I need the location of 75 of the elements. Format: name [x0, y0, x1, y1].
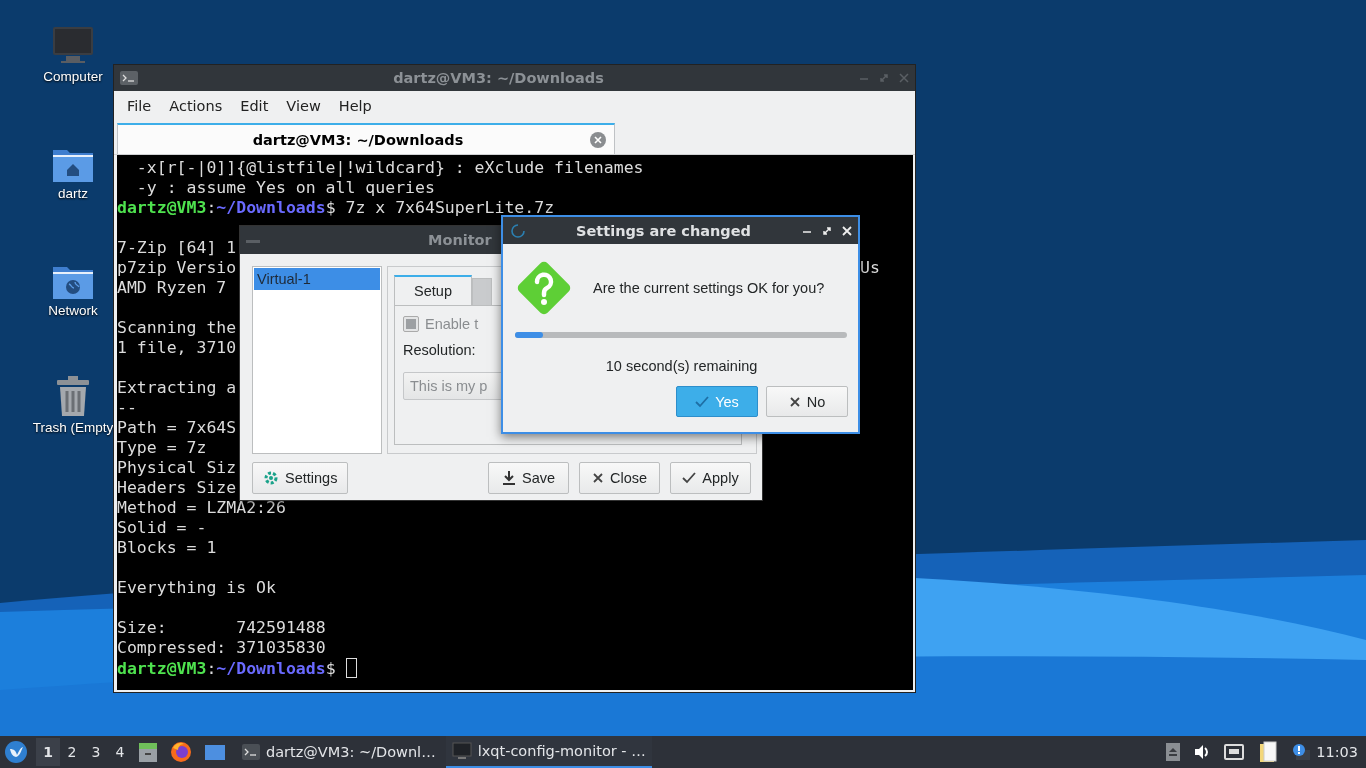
terminal-line: -y : assume Yes on all queries [135, 178, 435, 197]
terminal-line: Blocks = 1 [117, 538, 217, 557]
terminal-line: dartz@VM3:~/Downloads$ 7z x 7x64SuperLite.7z [117, 198, 555, 217]
terminal-line: p7zip Versio [117, 258, 237, 277]
button[interactable]: Save [488, 462, 569, 494]
tab[interactable]: Setup [394, 275, 472, 305]
terminal-line: Physical Siz [117, 458, 237, 477]
icon-label: Computer [43, 69, 103, 84]
taskbar-button[interactable]: lxqt-config-monitor - … [445, 736, 652, 768]
desktop-switch[interactable]: 4 [108, 738, 132, 766]
button[interactable]: Settings [252, 462, 349, 494]
button[interactable]: No [766, 386, 848, 417]
menu-item[interactable]: Edit [231, 94, 278, 118]
terminal-line: Solid = - [117, 518, 207, 537]
show-desktop-icon[interactable] [204, 743, 226, 761]
speaker-icon[interactable] [1194, 744, 1211, 760]
computer-icon [51, 25, 95, 65]
terminal-line: Extracting a [117, 378, 237, 397]
terminal-icon [242, 744, 260, 760]
button[interactable]: Apply [670, 462, 751, 494]
menu-item[interactable]: Actions [160, 94, 232, 118]
list-item[interactable]: Virtual-1 [254, 268, 380, 290]
menu-item[interactable]: File [118, 94, 161, 118]
tab-title: dartz@VM3: ~/Downloads [251, 131, 465, 148]
terminal-tab[interactable]: dartz@VM3: ~/Downloads [117, 123, 615, 154]
terminal-line: Us [860, 258, 880, 278]
terminal-line: 1 file, 3710 [117, 338, 237, 357]
countdown-text: 10 second(s) remaining [604, 358, 759, 374]
terminal-line: Headers Size [117, 478, 237, 497]
cross-icon [788, 395, 801, 408]
terminal-line: Everything is Ok [117, 578, 276, 597]
cross-icon [591, 472, 604, 484]
icon-label: Network [48, 303, 98, 318]
dialog-message: Are the current settings OK for you? [593, 280, 825, 296]
eject-icon[interactable] [1166, 743, 1181, 761]
terminal-line: 7-Zip [64] 1 [117, 238, 237, 257]
check-icon [682, 472, 697, 484]
window-title: Settings are changed [575, 222, 752, 239]
checkbox-label: Enable t [425, 316, 479, 332]
browser-icon[interactable] [170, 741, 192, 763]
menu-item[interactable]: Help [329, 94, 381, 118]
button[interactable]: Close [579, 462, 660, 494]
network-icon[interactable] [1224, 744, 1245, 760]
terminal-line: AMD Ryzen 7 [117, 278, 227, 297]
terminal-line: Compressed: 371035830 [117, 638, 326, 657]
terminal-line: dartz@VM3:~/Downloads$ [117, 659, 336, 678]
desktop-switch[interactable]: 3 [84, 738, 108, 766]
terminal-line: -- [117, 398, 137, 417]
trash-icon [55, 376, 91, 416]
download-icon [501, 470, 516, 486]
field-label: Resolution: [403, 342, 477, 358]
spinner-icon [511, 223, 525, 238]
terminal-line: -x[r[-|0]]{@listfile|!wildcard} : eXclude filenames [135, 158, 644, 177]
icon-label: Trash (Empty [32, 420, 114, 435]
window-title: Monitor [428, 232, 492, 248]
icon-label: dartz [58, 186, 88, 201]
desktop-switch[interactable]: 2 [60, 738, 84, 766]
monitor-icon [451, 742, 472, 760]
terminal-line: Size: 742591488 [117, 618, 326, 637]
gear-icon [263, 470, 279, 486]
terminal-line: Scanning the [117, 318, 237, 337]
desktop-switch[interactable]: 1 [36, 738, 60, 766]
clock[interactable]: 11:03 [1316, 744, 1358, 760]
terminal-line: Method = LZMA2:26 [117, 498, 286, 517]
terminal-line: Type = 7z [117, 438, 207, 457]
notification-icon[interactable] [1292, 743, 1311, 761]
menu-item[interactable]: View [277, 94, 330, 118]
terminal-line: Path = 7x64S [117, 418, 237, 437]
check-icon [695, 395, 710, 408]
taskbar-button[interactable]: dartz@VM3: ~/Downl… [236, 736, 442, 768]
terminal-icon [120, 71, 138, 85]
window-title: dartz@VM3: ~/Downloads [392, 70, 605, 86]
clipboard-icon[interactable] [1258, 741, 1279, 763]
start-menu-icon[interactable] [4, 740, 28, 764]
file-cabinet-icon[interactable] [138, 741, 158, 763]
